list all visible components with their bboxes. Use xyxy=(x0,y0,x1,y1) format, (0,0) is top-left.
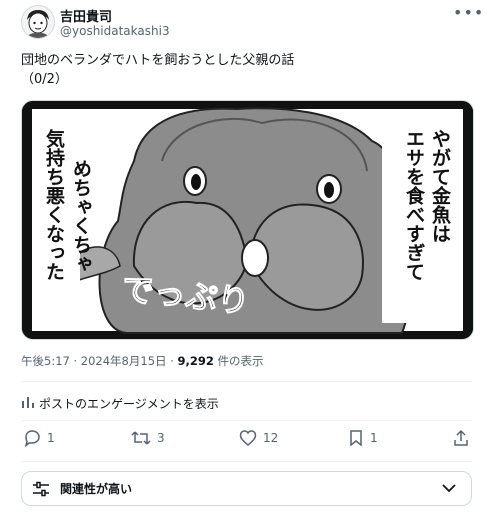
bookmark-icon xyxy=(350,430,362,447)
divider xyxy=(21,461,472,462)
like-count: 12 xyxy=(263,431,279,445)
repost-button[interactable]: 3 xyxy=(131,429,165,447)
bookmark-count: 1 xyxy=(370,431,378,445)
avatar[interactable] xyxy=(21,5,55,39)
analytics-icon xyxy=(21,395,35,412)
share-button[interactable] xyxy=(453,429,469,447)
more-options-icon[interactable]: ••• xyxy=(453,4,483,24)
sort-label: 関連性が高い xyxy=(60,482,133,496)
author-handle[interactable]: @yoshidatakashi3 xyxy=(60,24,170,38)
chevron-down-icon xyxy=(441,480,457,500)
sliders-icon xyxy=(32,481,50,497)
action-bar: 1 3 12 1 xyxy=(21,429,472,459)
engagement-label: ポストのエンゲージメントを表示 xyxy=(39,397,219,411)
reply-button[interactable]: 1 xyxy=(23,429,55,447)
repost-count: 3 xyxy=(157,431,165,445)
author-name[interactable]: 吉田貴司 xyxy=(60,6,112,25)
comic-line-1: やがて金魚は xyxy=(429,129,452,243)
repost-icon xyxy=(131,431,151,445)
comic-line-4: 気持ち悪くなった xyxy=(43,128,65,281)
comic-line-3: めちゃくちゃ xyxy=(70,159,92,273)
reply-sort-dropdown[interactable]: 関連性が高い xyxy=(21,471,472,506)
post-text: 団地のベランダでハトを飼おうとした父親の話 （0/2） xyxy=(21,53,295,87)
reply-icon xyxy=(24,430,40,447)
view-count: 9,292 xyxy=(177,354,214,368)
share-icon xyxy=(454,429,468,446)
view-engagement-link[interactable]: ポストのエンゲージメントを表示 xyxy=(21,395,219,412)
comic-line-2: エサを食べすぎて xyxy=(403,129,425,281)
view-label: 件の表示 xyxy=(213,354,264,368)
post-time: 午後5:17 · 2024年8月15日 · xyxy=(21,354,178,368)
bookmark-button[interactable]: 1 xyxy=(348,429,378,447)
post-timestamp[interactable]: 午後5:17 · 2024年8月15日 · 9,292 件の表示 xyxy=(21,353,264,369)
reply-count: 1 xyxy=(47,431,55,445)
divider xyxy=(21,381,472,382)
heart-icon xyxy=(239,430,257,446)
divider xyxy=(21,420,472,421)
post-image[interactable]: やがて金魚は エサを食べすぎて めちゃくちゃ 気持ち悪くなった でっぷり xyxy=(21,100,474,340)
like-button[interactable]: 12 xyxy=(239,429,278,447)
